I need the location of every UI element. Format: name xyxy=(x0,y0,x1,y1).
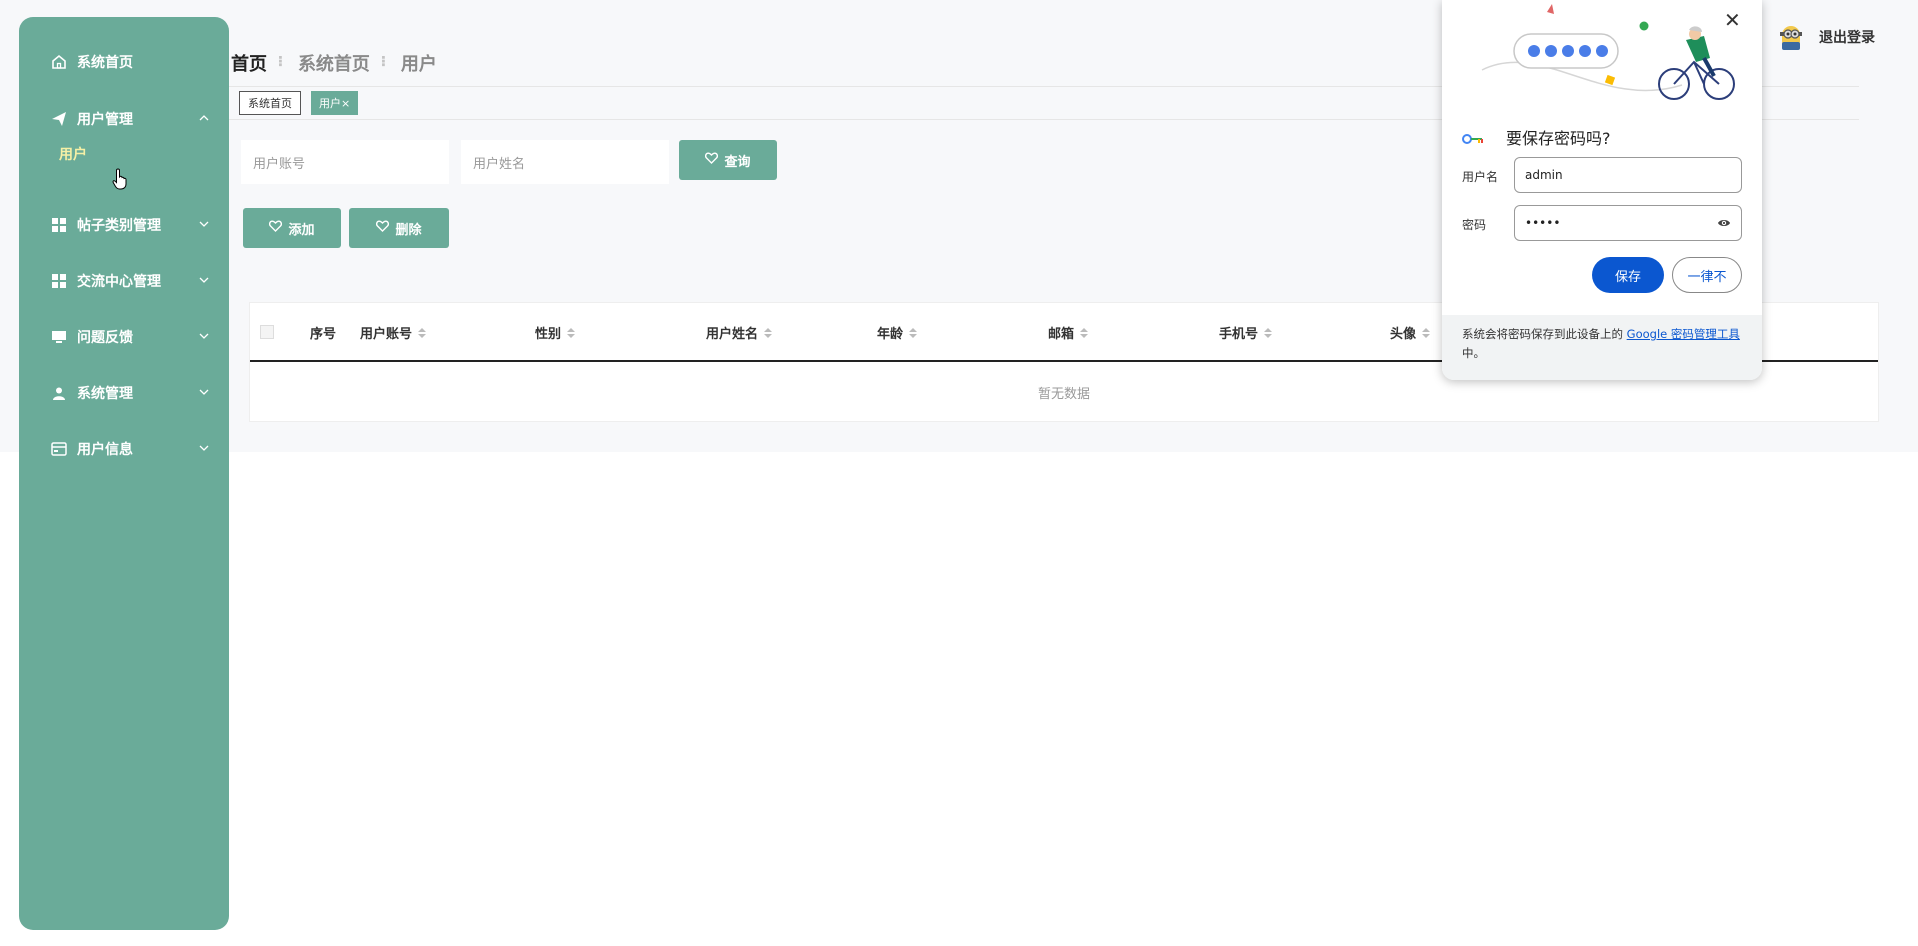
sort-icon xyxy=(909,327,918,338)
empty-state-text: 暂无数据 xyxy=(1037,387,1090,402)
close-icon[interactable]: ✕ xyxy=(1724,10,1741,30)
sidebar-item-home[interactable]: 系统首页 xyxy=(19,42,229,82)
chevron-down-icon xyxy=(199,441,209,457)
heart-icon xyxy=(705,152,719,168)
sidebar-item-user-info[interactable]: 用户信息 xyxy=(19,429,229,469)
home-icon xyxy=(49,54,69,70)
sidebar-item-label: 用户信息 xyxy=(77,442,133,458)
chevron-down-icon xyxy=(199,329,209,345)
sidebar-item-label: 系统首页 xyxy=(77,55,133,71)
breadcrumb: 首页 ⠇ 系统首页 ⠇ 用户 xyxy=(231,50,437,76)
breadcrumb-separator-icon: ⠇ xyxy=(277,55,288,71)
query-button[interactable]: 查询 xyxy=(679,140,777,180)
heart-icon xyxy=(376,220,390,236)
column-header-email[interactable]: 邮箱 xyxy=(1048,323,1089,342)
user-name-input[interactable]: 用户姓名 xyxy=(461,140,669,184)
grid-icon xyxy=(49,274,69,288)
sort-icon xyxy=(1080,327,1089,338)
send-icon xyxy=(49,111,69,127)
sidebar-item-feedback[interactable]: 问题反馈 xyxy=(19,317,229,357)
password-field[interactable]: ••••• xyxy=(1514,205,1742,241)
delete-button[interactable]: 删除 xyxy=(349,208,449,248)
cyclist-illustration-icon xyxy=(1481,4,1735,100)
sidebar-item-system[interactable]: 系统管理 xyxy=(19,373,229,413)
dialog-footer: 系统会将密码保存到此设备上的 Google 密码管理工具中。 xyxy=(1442,315,1762,380)
key-icon xyxy=(1462,130,1484,149)
avatar[interactable] xyxy=(1776,22,1806,52)
password-label: 密码 xyxy=(1462,218,1487,232)
sidebar-item-label: 问题反馈 xyxy=(77,330,133,346)
username-label: 用户名 xyxy=(1462,170,1499,184)
dialog-title: 要保存密码吗? xyxy=(1506,129,1611,148)
query-button-label: 查询 xyxy=(724,154,751,170)
sort-icon xyxy=(567,327,576,338)
breadcrumb-system-home[interactable]: 系统首页 xyxy=(298,50,370,76)
never-save-button[interactable]: 一律不 xyxy=(1672,257,1742,293)
select-all-checkbox[interactable] xyxy=(260,325,274,339)
hand-cursor-icon xyxy=(112,168,130,194)
sidebar-item-exchange-center[interactable]: 交流中心管理 xyxy=(19,261,229,301)
sidebar-item-label: 用户管理 xyxy=(77,112,133,128)
eye-icon[interactable] xyxy=(1717,217,1731,231)
footer-suffix: 中。 xyxy=(1462,346,1485,360)
password-manager-link[interactable]: Google 密码管理工具 xyxy=(1627,327,1740,341)
column-header-avatar[interactable]: 头像 xyxy=(1390,323,1431,342)
add-button-label: 添加 xyxy=(288,222,315,238)
column-header-phone[interactable]: 手机号 xyxy=(1219,323,1273,342)
tab-user[interactable]: 用户× xyxy=(311,91,359,115)
sidebar-subitem-user[interactable]: 用户 xyxy=(59,144,87,164)
sort-icon xyxy=(1422,327,1431,338)
column-header-name[interactable]: 用户姓名 xyxy=(706,323,773,342)
sidebar: 系统首页 用户管理 用户 帖子类别管理 交流中心管理 问题反馈 系统管理 用户信… xyxy=(19,17,229,930)
save-password-button[interactable]: 保存 xyxy=(1592,257,1664,293)
sort-icon xyxy=(418,327,427,338)
column-header-index: 序号 xyxy=(310,327,337,342)
sidebar-item-post-category[interactable]: 帖子类别管理 xyxy=(19,205,229,245)
sidebar-item-label: 系统管理 xyxy=(77,386,133,402)
sidebar-item-label: 交流中心管理 xyxy=(77,274,161,290)
chevron-up-icon xyxy=(199,111,209,127)
column-header-gender[interactable]: 性别 xyxy=(535,323,576,342)
breadcrumb-home[interactable]: 首页 xyxy=(231,50,267,76)
sort-icon xyxy=(1264,327,1273,338)
sidebar-item-label: 帖子类别管理 xyxy=(77,218,161,234)
save-password-dialog: ✕ 要保存密码吗? 用户名 admin 密码 ••••• 保存 一律不 系统会将… xyxy=(1442,0,1762,380)
card-icon xyxy=(49,442,69,456)
heart-icon xyxy=(269,220,283,236)
user-account-input[interactable]: 用户账号 xyxy=(241,140,449,184)
user-icon xyxy=(49,386,69,400)
sort-icon xyxy=(764,327,773,338)
chevron-down-icon xyxy=(199,385,209,401)
column-header-account[interactable]: 用户账号 xyxy=(360,323,427,342)
chevron-down-icon xyxy=(199,273,209,289)
logout-button[interactable]: 退出登录 xyxy=(1819,27,1875,47)
username-field[interactable]: admin xyxy=(1514,157,1742,193)
tab-system-home[interactable]: 系统首页 xyxy=(239,91,301,115)
monitor-icon xyxy=(49,330,69,344)
add-button[interactable]: 添加 xyxy=(243,208,341,248)
password-value: ••••• xyxy=(1525,216,1561,230)
breadcrumb-separator-icon: ⠇ xyxy=(379,55,391,71)
breadcrumb-current: 用户 xyxy=(400,54,437,75)
column-header-age[interactable]: 年龄 xyxy=(877,323,918,342)
delete-button-label: 删除 xyxy=(395,222,422,238)
grid-icon xyxy=(49,218,69,232)
chevron-down-icon xyxy=(199,217,209,233)
footer-text: 系统会将密码保存到此设备上的 xyxy=(1462,327,1623,341)
sidebar-item-user-management[interactable]: 用户管理 xyxy=(19,99,229,139)
